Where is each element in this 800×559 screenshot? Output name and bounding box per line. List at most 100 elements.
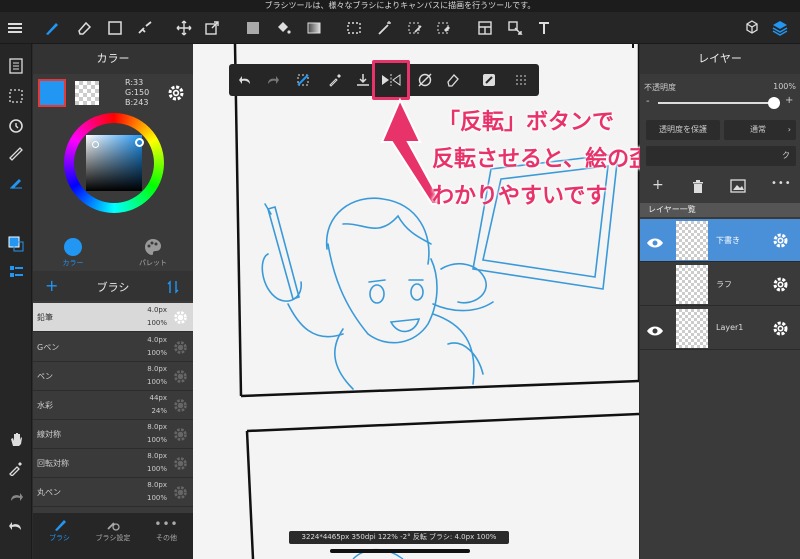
opacity-plus-icon[interactable]: + [785, 95, 793, 106]
bucket-tool-icon[interactable] [271, 16, 295, 40]
sv-cursor[interactable] [92, 141, 99, 148]
eyedropper-icon[interactable] [4, 456, 28, 480]
clipping-button[interactable]: ク [646, 146, 796, 166]
magic-wand-icon[interactable] [373, 16, 397, 40]
brush-settings-gear-icon[interactable] [173, 427, 188, 446]
brush-shortcut-icon[interactable] [477, 68, 501, 92]
select-eraser-icon[interactable] [432, 16, 456, 40]
layer-more-icon[interactable]: ••• [771, 178, 792, 189]
layer-list-header: レイヤー一覧 [640, 203, 800, 217]
redo-arrow-icon[interactable] [261, 68, 285, 92]
select-tool-icon[interactable] [342, 16, 366, 40]
rgb-r-value: R:33 [125, 78, 144, 87]
tab-brush-settings[interactable]: ブラシ設定 [86, 517, 140, 543]
tab-palette[interactable]: パレット [113, 235, 193, 271]
brush-row[interactable]: 水彩 44px 24% [33, 391, 193, 420]
add-layer-icon[interactable]: + [652, 177, 664, 193]
layer-row[interactable]: 下書き [640, 219, 800, 262]
hand-icon[interactable] [4, 427, 28, 451]
brush-row[interactable]: Gペン 4.0px 100% [33, 333, 193, 362]
layer-name: 下書き [716, 236, 740, 245]
brush-row[interactable]: 線対称 8.0px 100% [33, 420, 193, 449]
ruler-icon[interactable] [4, 142, 28, 166]
main-toolbar [0, 12, 800, 44]
eraser-tool-icon[interactable] [72, 16, 96, 40]
tab-other[interactable]: ••• その他 [140, 517, 193, 543]
opacity-slider-thumb[interactable] [768, 97, 780, 109]
shape-tool-icon[interactable] [103, 16, 127, 40]
brush-size: 8.0px [147, 452, 167, 460]
text-tool-icon[interactable] [532, 16, 556, 40]
chevron-right-icon: › [787, 125, 791, 134]
delete-layer-icon[interactable] [692, 179, 704, 198]
left-tool-strip [0, 44, 32, 559]
layer-settings-gear-icon[interactable] [772, 276, 789, 297]
operation-tool-icon[interactable] [503, 16, 527, 40]
layer-settings-gear-icon[interactable] [772, 232, 789, 253]
undo-arrow-icon[interactable] [233, 68, 257, 92]
layers-icon[interactable] [768, 16, 792, 40]
secondary-color-swatch[interactable] [75, 81, 99, 105]
clear-eraser-icon[interactable] [441, 68, 465, 92]
layer-visibility-eye-icon[interactable] [646, 234, 664, 253]
selection-icon[interactable] [4, 84, 28, 108]
protect-transparency-label: 透明度を保護 [659, 125, 707, 134]
brush-tab-icon [54, 520, 66, 531]
layer-name: ラフ [716, 280, 732, 289]
add-image-layer-icon[interactable] [730, 178, 746, 197]
opacity-slider[interactable] [658, 97, 780, 109]
layer-settings-gear-icon[interactable] [772, 320, 789, 341]
brush-name: 丸ペン [37, 488, 61, 497]
gradient-tool-icon[interactable] [302, 16, 326, 40]
layer-list-icon[interactable] [4, 260, 28, 284]
brush-row[interactable]: 回転対称 8.0px 100% [33, 449, 193, 478]
brush-size: 44px [149, 394, 168, 402]
brush-size: 4.0px [147, 306, 167, 314]
eyedropper-small-icon[interactable] [323, 68, 347, 92]
undo-icon[interactable] [4, 514, 28, 538]
rotate-reset-icon[interactable] [413, 68, 437, 92]
grip-handle-icon[interactable] [509, 68, 533, 92]
color-wheel[interactable] [64, 113, 164, 213]
layer-row[interactable]: Layer1 [640, 307, 800, 350]
brush-settings-gear-icon[interactable] [173, 340, 188, 359]
frame-divider-icon[interactable] [473, 16, 497, 40]
canvas-status-bar: 3224*4465px 350dpi 122% -2° 反転 ブラシ: 4.0p… [289, 531, 509, 544]
tab-brush[interactable]: ブラシ [33, 517, 86, 543]
transform-tool-icon[interactable] [200, 16, 224, 40]
brush-row[interactable]: 丸ペン 8.0px 100% [33, 478, 193, 507]
primary-color-swatch[interactable] [38, 79, 66, 107]
brush-settings-gear-icon[interactable] [173, 398, 188, 417]
layer-visibility-eye-icon[interactable] [646, 322, 664, 341]
brush-settings-gear-icon[interactable] [173, 369, 188, 388]
layer-row[interactable]: ラフ [640, 263, 800, 306]
fill-color-icon[interactable] [241, 16, 265, 40]
brush-settings-gear-icon[interactable] [173, 456, 188, 475]
brush-settings-icon [107, 522, 120, 531]
fill-brush-tool-icon[interactable] [133, 16, 157, 40]
color-swap-icon[interactable] [4, 232, 28, 256]
brush-tool-icon[interactable] [40, 16, 64, 40]
tab-color[interactable]: カラー [33, 235, 113, 271]
rotate-canvas-icon[interactable] [4, 114, 28, 138]
materials-icon[interactable] [740, 16, 764, 40]
snap-icon[interactable] [4, 170, 28, 194]
brush-settings-gear-icon[interactable] [173, 310, 188, 329]
color-settings-gear-icon[interactable] [167, 84, 185, 106]
brush-settings-gear-icon[interactable] [173, 485, 188, 504]
pages-icon[interactable] [4, 54, 28, 78]
hue-cursor[interactable] [135, 138, 144, 147]
opacity-minus-icon[interactable]: - [646, 96, 650, 107]
move-tool-icon[interactable] [172, 16, 196, 40]
blend-mode-button[interactable]: 通常 › [724, 120, 796, 140]
color-tab-icon [64, 238, 82, 256]
menu-icon[interactable] [3, 16, 27, 40]
redo-icon[interactable] [4, 485, 28, 509]
protect-transparency-button[interactable]: 透明度を保護 [646, 120, 720, 140]
transform-selection-icon[interactable] [291, 68, 315, 92]
select-pen-icon[interactable] [403, 16, 427, 40]
brush-row[interactable]: ペン 8.0px 100% [33, 362, 193, 391]
brush-name: 水彩 [37, 401, 53, 410]
brush-row[interactable]: 鉛筆 4.0px 100% [33, 303, 193, 332]
sort-brush-icon[interactable] [167, 279, 179, 298]
